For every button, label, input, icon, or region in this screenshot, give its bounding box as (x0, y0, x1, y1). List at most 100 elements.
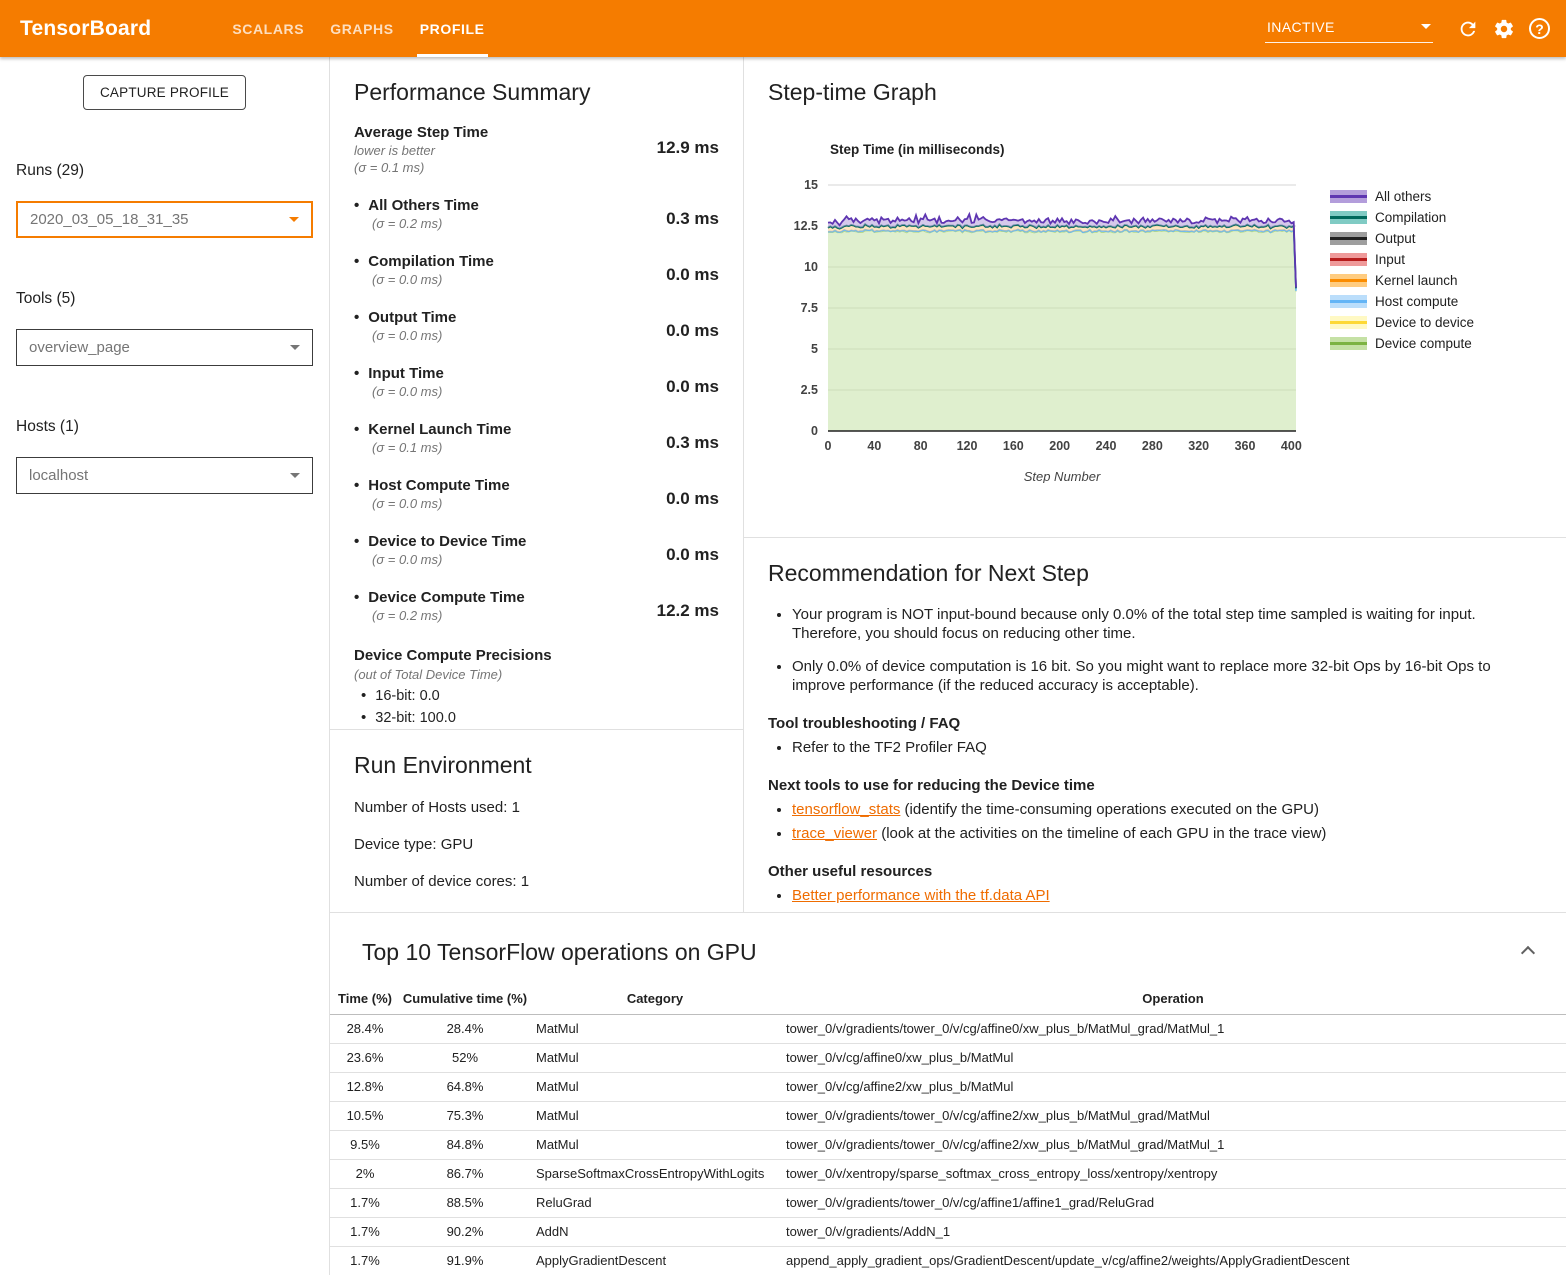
ops-cell: tower_0/v/gradients/tower_0/v/cg/affine0… (780, 1014, 1566, 1043)
recommendation-bullet: Your program is NOT input-bound because … (792, 605, 1542, 643)
table-row: 12.8%64.8%MatMultower_0/v/cg/affine2/xw_… (330, 1072, 1566, 1101)
legend-label: Device to device (1375, 315, 1474, 330)
tools-select[interactable]: overview_page (16, 329, 313, 366)
help-icon[interactable]: ? (1529, 18, 1550, 39)
svg-text:0: 0 (811, 424, 818, 438)
tab-scalars[interactable]: SCALARS (219, 0, 317, 57)
runs-select-value: 2020_03_05_18_31_35 (30, 211, 189, 228)
run-environment-section: Run Environment Number of Hosts used: 1D… (330, 729, 743, 912)
status-dropdown-value: INACTIVE (1267, 19, 1335, 35)
perf-item-value: 0.3 ms (666, 197, 719, 231)
legend-swatch-icon (1330, 232, 1367, 245)
recommendation-link[interactable]: Better performance with the tf.data API (792, 887, 1050, 904)
ops-cell: 28.4% (330, 1014, 400, 1043)
table-row: 28.4%28.4%MatMultower_0/v/gradients/towe… (330, 1014, 1566, 1043)
ops-cell: tower_0/v/gradients/tower_0/v/cg/affine2… (780, 1101, 1566, 1130)
step-time-chart: Step Time (in milliseconds) 02.557.51012… (768, 142, 1316, 488)
recommendation-subheading: Next tools to use for reducing the Devic… (768, 777, 1542, 794)
svg-text:120: 120 (957, 439, 978, 453)
legend-swatch-icon (1330, 337, 1367, 350)
svg-text:200: 200 (1049, 439, 1070, 453)
ops-cell: MatMul (530, 1043, 780, 1072)
app-bar: TensorBoard SCALARSGRAPHSPROFILE INACTIV… (0, 0, 1566, 57)
hosts-select[interactable]: localhost (16, 457, 313, 494)
ops-cell: MatMul (530, 1072, 780, 1101)
settings-icon[interactable] (1493, 18, 1515, 40)
perf-item-label: •Device Compute Time (354, 589, 525, 606)
ops-cell: 28.4% (400, 1014, 530, 1043)
status-dropdown[interactable]: INACTIVE (1265, 15, 1433, 43)
step-time-chart-canvas[interactable]: 02.557.51012.515040801201602002402803203… (768, 171, 1316, 483)
legend-swatch-icon (1330, 253, 1367, 266)
perf-item-label: •Host Compute Time (354, 477, 510, 494)
perf-item-label: •Compilation Time (354, 253, 494, 270)
top-ops-table: Time (%)Cumulative time (%)CategoryOpera… (330, 984, 1566, 1275)
table-row: 1.7%90.2%AddNtower_0/v/gradients/AddN_1 (330, 1217, 1566, 1246)
step-time-graph-title: Step-time Graph (768, 79, 1542, 106)
ops-cell: 52% (400, 1043, 530, 1072)
ops-cell: 75.3% (400, 1101, 530, 1130)
svg-text:160: 160 (1003, 439, 1024, 453)
ops-cell: 1.7% (330, 1188, 400, 1217)
legend-swatch-line (1330, 342, 1367, 345)
legend-item-device-compute[interactable]: Device compute (1330, 333, 1474, 354)
runs-select[interactable]: 2020_03_05_18_31_35 (16, 201, 313, 238)
perf-item-sigma: (σ = 0.2 ms) (354, 216, 479, 231)
legend-swatch-line (1330, 195, 1367, 198)
perf-item-label: •Output Time (354, 309, 456, 326)
ops-cell: 10.5% (330, 1101, 400, 1130)
recommendation-subitem: Refer to the TF2 Profiler FAQ (792, 738, 1542, 757)
perf-item: •Kernel Launch Time(σ = 0.1 ms)0.3 ms (354, 421, 719, 455)
capture-profile-button[interactable]: CAPTURE PROFILE (83, 75, 246, 110)
appbar-right-controls: INACTIVE ? (1265, 15, 1550, 43)
perf-item-left: •Device to Device Time(σ = 0.0 ms) (354, 533, 526, 567)
legend-label: Host compute (1375, 294, 1458, 309)
recommendation-sublist: Refer to the TF2 Profiler FAQ (792, 738, 1542, 757)
legend-label: Input (1375, 252, 1405, 267)
table-row: 1.7%91.9%ApplyGradientDescentappend_appl… (330, 1246, 1566, 1275)
ops-cell: MatMul (530, 1014, 780, 1043)
recommendation-link[interactable]: tensorflow_stats (792, 801, 900, 818)
sidebar: CAPTURE PROFILE Runs (29) 2020_03_05_18_… (0, 57, 330, 1275)
legend-item-all-others[interactable]: All others (1330, 186, 1474, 207)
bullet-icon: • (354, 477, 359, 494)
collapse-chevron-icon[interactable] (1522, 945, 1534, 957)
svg-text:5: 5 (811, 342, 818, 356)
ops-cell: 64.8% (400, 1072, 530, 1101)
recommendation-subheading: Other useful resources (768, 863, 1542, 880)
perf-item-sigma: (σ = 0.1 ms) (354, 440, 511, 455)
legend-swatch-line (1330, 300, 1367, 303)
legend-item-input[interactable]: Input (1330, 249, 1474, 270)
average-step-time-label: Average Step Time (354, 124, 488, 141)
legend-item-output[interactable]: Output (1330, 228, 1474, 249)
ops-cell: 91.9% (400, 1246, 530, 1275)
table-row: 10.5%75.3%MatMultower_0/v/gradients/towe… (330, 1101, 1566, 1130)
legend-item-compilation[interactable]: Compilation (1330, 207, 1474, 228)
legend-item-kernel-launch[interactable]: Kernel launch (1330, 270, 1474, 291)
legend-label: Device compute (1375, 336, 1472, 351)
tab-graphs[interactable]: GRAPHS (317, 0, 407, 57)
perf-item-left: •Compilation Time(σ = 0.0 ms) (354, 253, 494, 287)
refresh-icon[interactable] (1457, 18, 1479, 40)
precision-item: •32-bit: 100.0 (354, 709, 719, 726)
recommendation-sublist: tensorflow_stats (identify the time-cons… (792, 800, 1542, 843)
perf-item-value: 0.0 ms (666, 477, 719, 511)
legend-item-device-to-device[interactable]: Device to device (1330, 312, 1474, 333)
recommendation-link[interactable]: trace_viewer (792, 825, 877, 842)
perf-item-left: •Input Time(σ = 0.0 ms) (354, 365, 444, 399)
chevron-down-icon (1421, 24, 1431, 29)
recommendation-subitem: Better performance with the tf.data API (792, 886, 1542, 905)
average-step-time-row: Average Step Time lower is better (σ = 0… (354, 124, 719, 175)
legend-swatch-line (1330, 321, 1367, 324)
run-env-line: Number of Hosts used: 1 (354, 799, 719, 816)
chart-legend: All othersCompilationOutput Input Kernel l… (1330, 186, 1474, 488)
tab-profile[interactable]: PROFILE (407, 0, 498, 57)
legend-swatch-icon (1330, 274, 1367, 287)
perf-item: •Compilation Time(σ = 0.0 ms)0.0 ms (354, 253, 719, 287)
ops-cell: 1.7% (330, 1246, 400, 1275)
svg-text:400: 400 (1281, 439, 1302, 453)
legend-swatch-line (1330, 258, 1367, 261)
svg-text:2.5: 2.5 (801, 383, 818, 397)
legend-item-host-compute[interactable]: Host compute (1330, 291, 1474, 312)
precisions-title: Device Compute Precisions (354, 647, 719, 664)
